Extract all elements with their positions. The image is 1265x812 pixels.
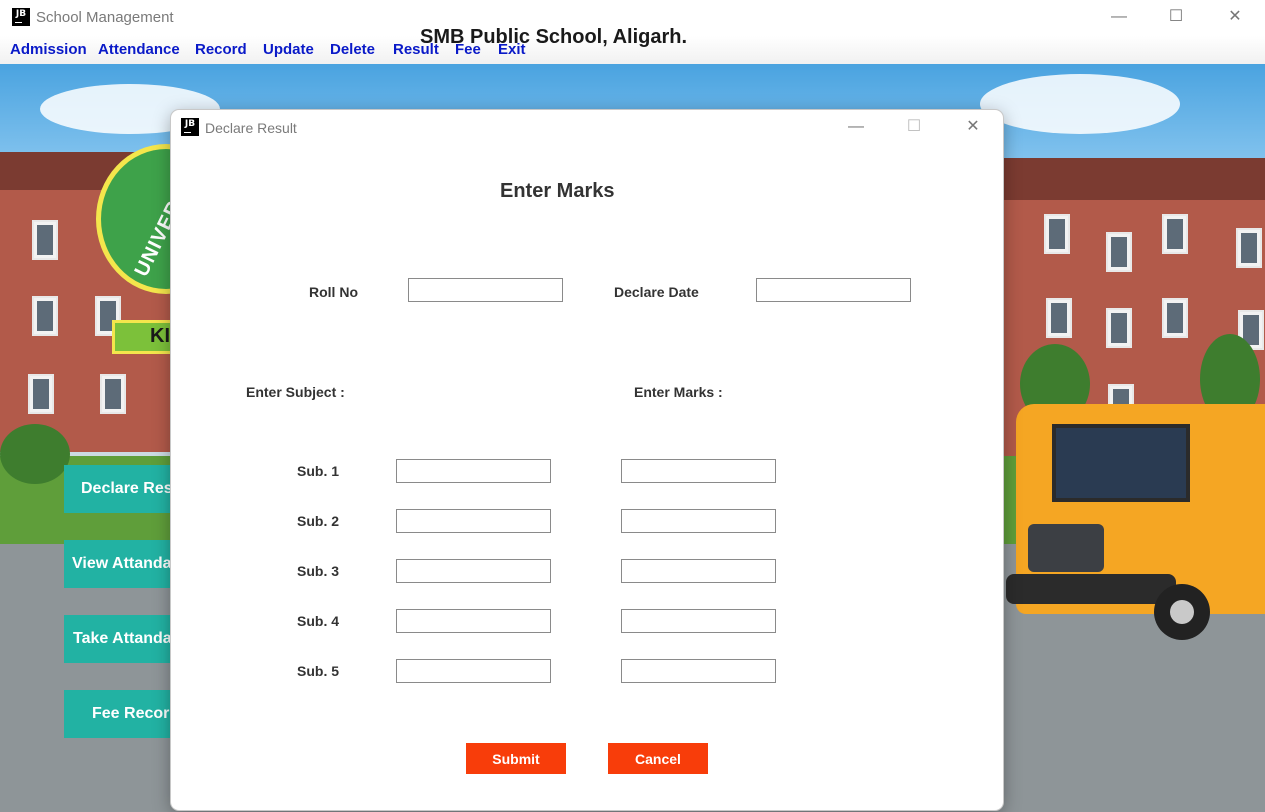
menu-admission[interactable]: Admission [10,41,87,58]
menu-update[interactable]: Update [263,41,314,58]
window-title: School Management [36,9,174,26]
cancel-button[interactable]: Cancel [608,743,708,774]
subject-2-input[interactable] [396,509,551,533]
submit-button[interactable]: Submit [466,743,566,774]
maximize-button[interactable]: ☐ [1161,4,1191,30]
roll-no-label: Roll No [309,284,358,300]
sub-2-label: Sub. 2 [297,513,340,529]
close-button[interactable]: ✕ [1220,4,1250,30]
roll-no-input[interactable] [408,278,563,302]
subject-3-input[interactable] [396,559,551,583]
minimize-button[interactable]: — [1104,4,1134,30]
menu-record[interactable]: Record [195,41,247,58]
school-bus-image [1006,394,1265,654]
dialog-close-button[interactable]: ✕ [958,114,988,140]
dialog-app-icon: JB [181,118,199,136]
marks-2-input[interactable] [621,509,776,533]
subject-4-input[interactable] [396,609,551,633]
marks-5-input[interactable] [621,659,776,683]
marks-4-input[interactable] [621,609,776,633]
sub-3-label: Sub. 3 [297,563,340,579]
marks-3-input[interactable] [621,559,776,583]
sub-4-label: Sub. 4 [297,613,340,629]
menu-attendance[interactable]: Attendance [98,41,180,58]
subject-5-input[interactable] [396,659,551,683]
dialog-title: Declare Result [205,120,297,136]
dialog-minimize-button[interactable]: — [841,114,871,140]
declare-result-dialog: JB Declare Result — ☐ ✕ Enter Marks Roll… [171,110,1003,810]
sub-5-label: Sub. 5 [297,663,340,679]
declare-date-label: Declare Date [614,284,699,300]
enter-marks-heading: Enter Marks [500,180,615,202]
menu-delete[interactable]: Delete [330,41,375,58]
enter-marks-label: Enter Marks : [634,384,723,400]
declare-date-input[interactable] [756,278,911,302]
dialog-maximize-button[interactable]: ☐ [899,114,929,140]
marks-1-input[interactable] [621,459,776,483]
app-icon: JB [12,8,30,26]
enter-subject-label: Enter Subject : [246,384,345,400]
sub-1-label: Sub. 1 [297,463,340,479]
school-name-heading: SMB Public School, Aligarh. [420,26,688,48]
subject-1-input[interactable] [396,459,551,483]
